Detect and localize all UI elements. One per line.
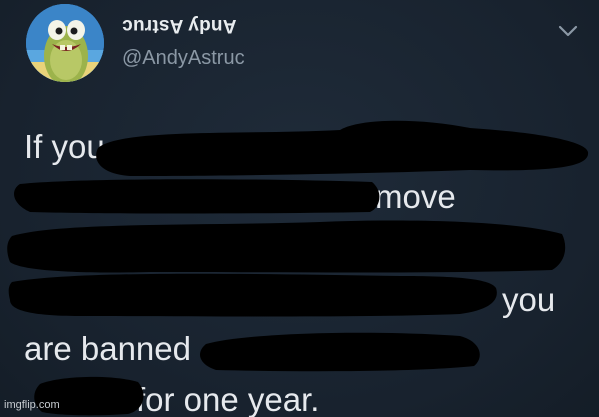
imgflip-watermark: imgflip.com [4, 399, 60, 411]
redaction-mark-4 [8, 273, 497, 317]
tweet-text-line-5: are banned [24, 330, 191, 367]
redaction-mark-2 [14, 179, 380, 214]
tweet-text-line-1: If you [24, 128, 105, 165]
avatar[interactable] [26, 4, 104, 82]
redaction-mark-5 [200, 332, 480, 372]
redaction-mark-1 [96, 120, 589, 176]
user-handle[interactable]: @AndyAstruc [122, 47, 245, 70]
tweet-text-line-6: for one year. [136, 381, 320, 417]
cartoon-fish-avatar-icon [26, 4, 104, 82]
tweet-text-line-2: move [375, 178, 456, 215]
display-name[interactable]: Andy Astruc [122, 14, 236, 36]
display-name-text: Andy Astruc [122, 15, 237, 36]
tweet-text-line-4: you [502, 281, 556, 318]
redaction-mark-3 [7, 220, 566, 273]
chevron-down-icon[interactable] [556, 22, 580, 40]
tweet-card: Andy Astruc @AndyAstruc If you move you … [0, 0, 599, 417]
